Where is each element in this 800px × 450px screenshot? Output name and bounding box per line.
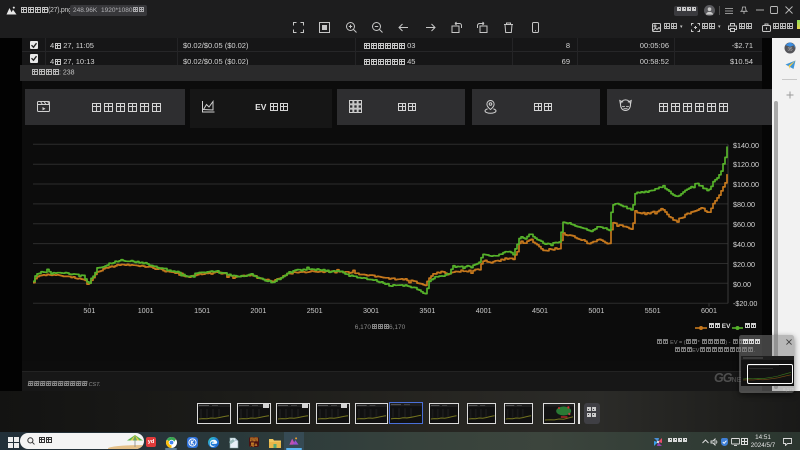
svg-text:35: 35 (787, 47, 793, 52)
